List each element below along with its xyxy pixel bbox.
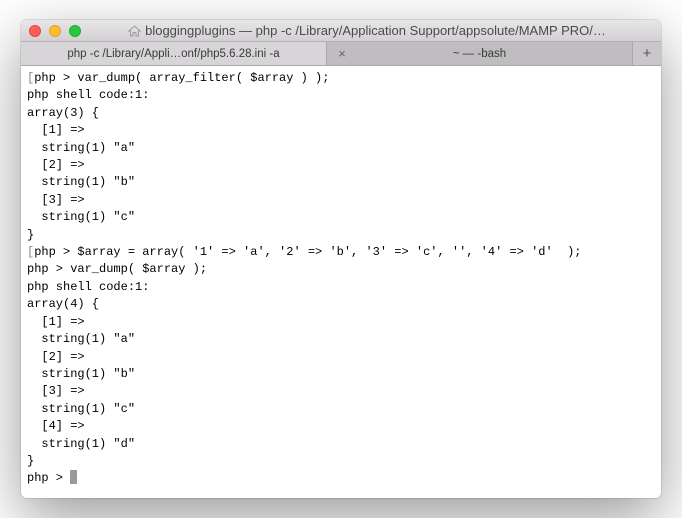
terminal-line: array(4) { [27, 296, 655, 313]
new-tab-button[interactable]: + [633, 42, 661, 65]
terminal-line: string(1) "c" [27, 401, 655, 418]
terminal-line: } [27, 227, 655, 244]
terminal-line: [2] => [27, 157, 655, 174]
tab-label: php -c /Library/Appli…onf/php5.6.28.ini … [67, 48, 279, 60]
terminal-line: [3] => [27, 192, 655, 209]
bracket-icon: [ [27, 71, 34, 85]
cursor-icon [70, 470, 77, 484]
terminal-line: php shell code:1: [27, 279, 655, 296]
terminal-line: string(1) "b" [27, 174, 655, 191]
tab-label: ~ — -bash [453, 48, 506, 60]
terminal-line: php > var_dump( $array ); [27, 261, 655, 278]
bracket-icon: [ [27, 245, 34, 259]
terminal-line: [2] => [27, 349, 655, 366]
tab-close-icon[interactable]: × [335, 46, 349, 61]
terminal-line: string(1) "a" [27, 140, 655, 157]
tab-php[interactable]: × php -c /Library/Appli…onf/php5.6.28.in… [21, 42, 327, 65]
terminal-prompt-line: php > [27, 470, 655, 487]
terminal-window: bloggingplugins — php -c /Library/Applic… [21, 20, 661, 498]
terminal-content[interactable]: [php > var_dump( array_filter( $array ) … [21, 66, 661, 498]
window-title: bloggingplugins — php -c /Library/Applic… [27, 23, 653, 38]
terminal-line: [3] => [27, 383, 655, 400]
terminal-line: [php > var_dump( array_filter( $array ) … [27, 70, 655, 87]
titlebar[interactable]: bloggingplugins — php -c /Library/Applic… [21, 20, 661, 42]
terminal-line: array(3) { [27, 105, 655, 122]
terminal-line: } [27, 453, 655, 470]
tab-bar: × php -c /Library/Appli…onf/php5.6.28.in… [21, 42, 661, 66]
terminal-line: [1] => [27, 314, 655, 331]
tab-bash[interactable]: × ~ — -bash [327, 42, 633, 65]
home-icon [128, 25, 141, 37]
terminal-line: string(1) "b" [27, 366, 655, 383]
terminal-line: [php > $array = array( '1' => 'a', '2' =… [27, 244, 655, 261]
terminal-line: string(1) "d" [27, 436, 655, 453]
terminal-line: php shell code:1: [27, 87, 655, 104]
window-title-text: bloggingplugins — php -c /Library/Applic… [145, 23, 606, 38]
terminal-line: string(1) "a" [27, 331, 655, 348]
terminal-line: string(1) "c" [27, 209, 655, 226]
terminal-line: [4] => [27, 418, 655, 435]
terminal-line: [1] => [27, 122, 655, 139]
